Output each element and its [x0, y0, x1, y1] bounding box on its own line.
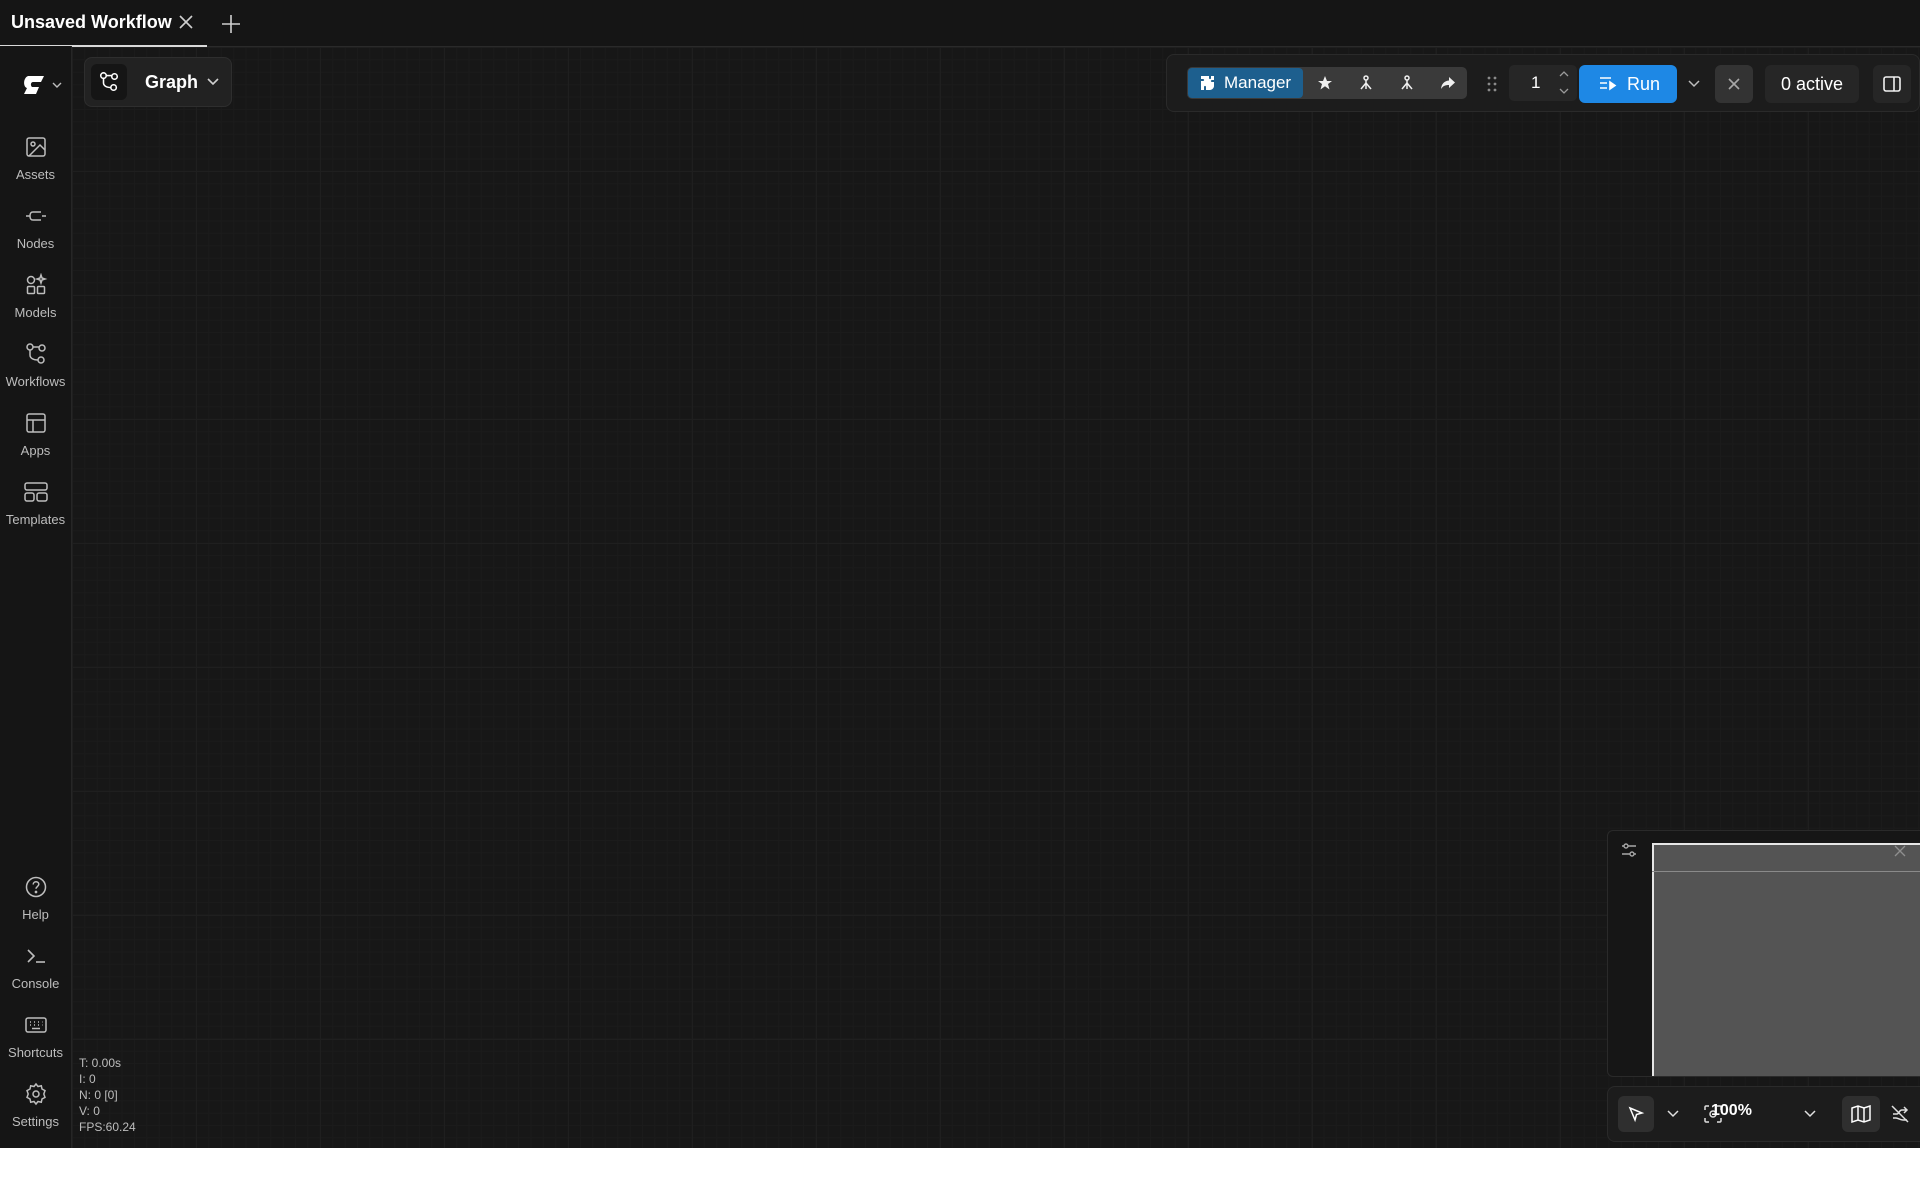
sidebar-item-label: Assets: [15, 167, 55, 182]
sidebar-item-label: Nodes: [16, 236, 55, 251]
link-off-icon[interactable]: [1887, 1101, 1913, 1127]
batch-count-stepper[interactable]: 1: [1509, 65, 1577, 101]
run-toolbar: Manager 1 Run 0 active: [1166, 54, 1920, 112]
toggle-panel-button[interactable]: [1873, 65, 1911, 103]
node-tree-icon[interactable]: [1354, 71, 1378, 95]
queue-list-icon: [1599, 76, 1617, 92]
sidebar-item-nodes[interactable]: Nodes: [0, 199, 71, 261]
plus-icon[interactable]: [218, 11, 244, 37]
models-icon: [23, 272, 49, 298]
workflow-icon: [91, 64, 127, 100]
puzzle-icon: [1200, 75, 1216, 91]
star-icon[interactable]: [1313, 71, 1337, 95]
layout-icon: [23, 410, 49, 436]
batch-count-value: 1: [1531, 73, 1541, 92]
stat-fps: FPS:60.24: [79, 1120, 136, 1134]
node-tree-icon[interactable]: [1395, 71, 1419, 95]
minimap[interactable]: [1607, 830, 1920, 1077]
chevron-down-icon[interactable]: [1660, 1101, 1686, 1127]
sidebar-item-settings[interactable]: Settings: [0, 1077, 71, 1139]
drag-handle-icon[interactable]: [1485, 74, 1499, 94]
sidebar-item-console[interactable]: Console: [0, 939, 71, 1001]
map-icon: [1851, 1105, 1871, 1123]
stat-i: I: 0: [79, 1072, 96, 1086]
chevron-down-icon: [52, 82, 62, 88]
tab-bar: Unsaved Workflow: [0, 0, 1920, 47]
sidebar-item-label: Apps: [20, 443, 51, 458]
minimap-divider: [1652, 871, 1920, 872]
gear-icon: [23, 1081, 49, 1107]
sidebar-item-models[interactable]: Models: [0, 268, 71, 330]
sidebar-item-label: Shortcuts: [8, 1045, 63, 1060]
image-icon: [23, 134, 49, 160]
close-icon[interactable]: [1892, 843, 1910, 861]
sliders-icon[interactable]: [1620, 841, 1640, 861]
close-icon[interactable]: [175, 11, 197, 33]
zoom-level[interactable]: 100%: [1711, 1102, 1752, 1120]
app-window: Unsaved Workflow Assets Nodes Models Wor…: [0, 0, 1920, 1148]
run-label: Run: [1627, 73, 1661, 94]
manager-button[interactable]: Manager: [1188, 68, 1303, 98]
stat-v: V: 0: [79, 1104, 100, 1118]
sidebar-item-label: Workflows: [5, 374, 66, 389]
close-icon: [1728, 78, 1740, 90]
sidebar-panel-icon: [1883, 76, 1901, 92]
terminal-icon: [23, 943, 49, 969]
sidebar-item-apps[interactable]: Apps: [0, 406, 71, 468]
stat-time: T: 0.00s: [79, 1056, 122, 1070]
sidebar: Assets Nodes Models Workflows Apps Templ…: [0, 46, 72, 1148]
toggle-minimap-button[interactable]: [1842, 1096, 1880, 1132]
workflow-icon: [23, 341, 49, 367]
share-arrow-icon[interactable]: [1436, 71, 1460, 95]
sidebar-item-label: Templates: [5, 512, 66, 527]
sidebar-item-templates[interactable]: Templates: [0, 475, 71, 537]
chevron-down-icon[interactable]: [1681, 65, 1707, 103]
chevron-up-icon[interactable]: [1558, 69, 1570, 79]
canvas-toolbar: 100%: [1607, 1086, 1920, 1142]
logo-menu[interactable]: [22, 72, 64, 98]
keyboard-icon: [23, 1012, 49, 1038]
sidebar-item-label: Models: [14, 305, 57, 320]
active-queue-button[interactable]: 0 active: [1765, 65, 1859, 103]
chevron-down-icon[interactable]: [1558, 86, 1570, 96]
sidebar-item-label: Help: [22, 907, 49, 922]
tab-title: Unsaved Workflow: [11, 12, 172, 32]
render-stats: T: 0.00s I: 0 N: 0 [0] V: 0 FPS:60.24: [79, 1055, 136, 1135]
graph-menu-label: Graph: [145, 71, 199, 92]
help-icon: [23, 874, 49, 900]
logo-icon: [24, 76, 44, 94]
run-button[interactable]: Run: [1579, 65, 1677, 103]
sidebar-item-workflows[interactable]: Workflows: [0, 337, 71, 399]
cancel-run-button[interactable]: [1715, 65, 1753, 103]
template-icon: [23, 479, 49, 505]
cursor-icon: [1628, 1106, 1645, 1123]
workflow-tab[interactable]: Unsaved Workflow: [0, 0, 207, 47]
sidebar-item-help[interactable]: Help: [0, 870, 71, 932]
sidebar-item-label: Console: [11, 976, 60, 991]
manager-group: Manager: [1187, 67, 1467, 99]
manager-label: Manager: [1224, 73, 1292, 92]
chevron-down-icon[interactable]: [1797, 1101, 1823, 1127]
node-icon: [23, 203, 49, 229]
sidebar-item-assets[interactable]: Assets: [0, 130, 71, 192]
graph-menu-button[interactable]: Graph: [84, 57, 232, 107]
stat-nodes: N: 0 [0]: [79, 1088, 118, 1102]
minimap-viewport[interactable]: [1652, 843, 1920, 1076]
select-tool-button[interactable]: [1618, 1096, 1654, 1132]
sidebar-item-label: Settings: [12, 1114, 59, 1129]
sidebar-item-shortcuts[interactable]: Shortcuts: [0, 1008, 71, 1070]
chevron-down-icon: [206, 76, 220, 88]
